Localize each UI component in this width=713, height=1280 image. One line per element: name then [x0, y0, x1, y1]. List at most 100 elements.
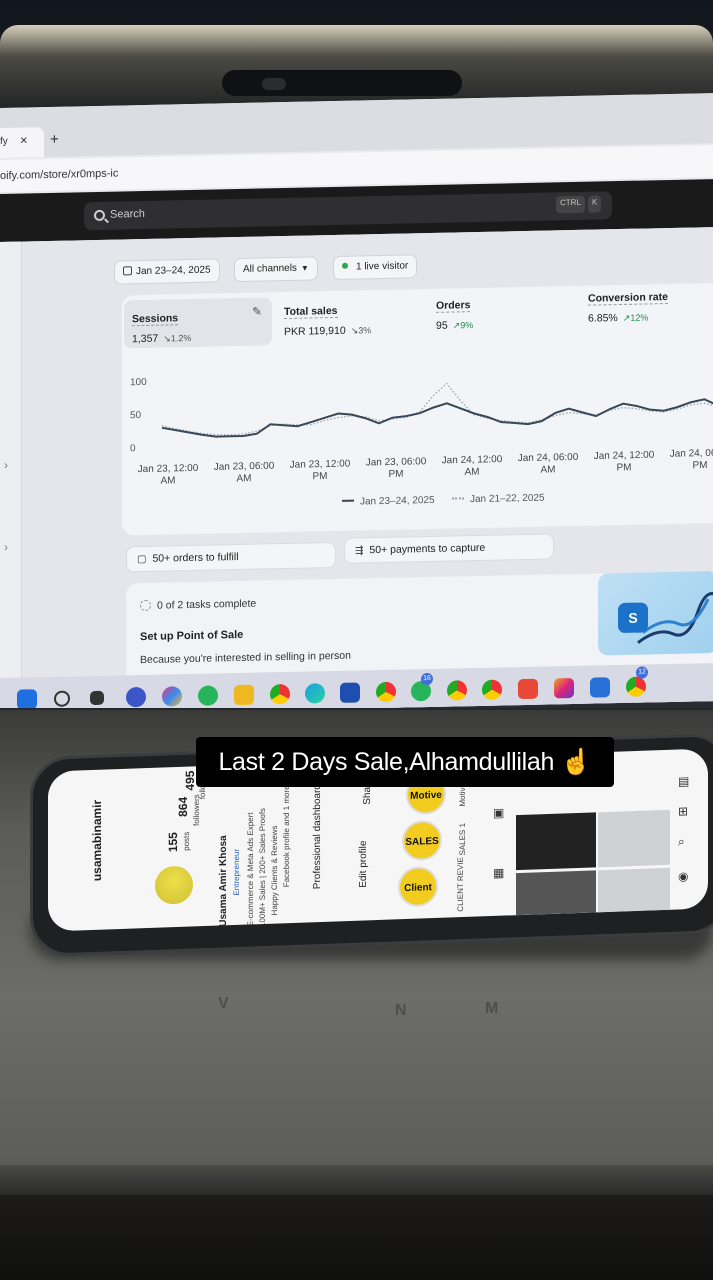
- table-surface: [0, 1195, 713, 1280]
- orders-to-fulfill-button[interactable]: ▢ 50+ orders to fulfill: [126, 541, 336, 573]
- highlight-client[interactable]: Client: [398, 865, 438, 908]
- search-icon: [94, 209, 105, 222]
- profile-username: usamabinamir: [90, 799, 104, 882]
- post-thumbnail[interactable]: [516, 870, 596, 916]
- metric-value-sessions: 1,357 ↘1.2%: [132, 332, 192, 346]
- professional-dashboard[interactable]: Professional dashboard: [312, 784, 323, 889]
- series-line-current: [161, 398, 713, 438]
- add-post-icon[interactable]: ⊞: [678, 804, 688, 818]
- x-tick-label: PM: [617, 462, 632, 473]
- new-tab-icon[interactable]: +: [50, 131, 59, 148]
- store-icon[interactable]: [340, 682, 360, 703]
- channels-dropdown[interactable]: All channels ▼: [234, 256, 318, 283]
- post-thumbnail[interactable]: [598, 809, 670, 868]
- grid-tab-icon[interactable]: ▦: [493, 866, 504, 880]
- x-tick-label: PM: [389, 469, 404, 480]
- notepad-icon[interactable]: [590, 677, 610, 698]
- x-tick-label: Jan 24, 06:00: [518, 452, 579, 464]
- x-tick-label: AM: [465, 467, 480, 478]
- metric-title-sessions: Sessions: [132, 312, 179, 327]
- profile-name: Usama Amir Khosa: [218, 835, 229, 927]
- progress-circle-icon: [140, 599, 151, 612]
- x-tick-label: Jan 23, 12:00: [290, 458, 351, 470]
- tab-title: fy: [0, 135, 8, 147]
- sidebar-chevron-icon[interactable]: ›: [4, 540, 8, 554]
- x-tick-label: AM: [161, 475, 176, 486]
- sidebar-chevron-icon[interactable]: ›: [4, 458, 8, 472]
- posts-count: 155: [166, 831, 180, 853]
- metric-value-conversion: 6.85% ↗12%: [588, 312, 649, 325]
- metric-title-total-sales[interactable]: Total sales: [284, 304, 338, 320]
- recorder-icon[interactable]: [518, 678, 538, 700]
- metric-value-total-sales: PKR 119,910 ↘3%: [284, 324, 372, 339]
- pos-illustration: [598, 570, 713, 656]
- file-explorer-icon[interactable]: [234, 684, 254, 706]
- reels-nav-icon[interactable]: ▤: [678, 774, 689, 788]
- highlight-sales[interactable]: SALES: [402, 819, 442, 862]
- tab-close-icon[interactable]: ×: [20, 132, 28, 147]
- laptop-front-edge: [0, 1165, 713, 1195]
- chevron-down-icon: ▼: [300, 263, 309, 273]
- payments-to-capture-button[interactable]: ⇶ 50+ payments to capture: [344, 533, 554, 564]
- tagged-tab-icon[interactable]: ▣: [493, 806, 504, 820]
- date-range-label: Jan 23–24, 2025: [136, 264, 211, 278]
- shortcut-k: K: [588, 195, 602, 213]
- profile-category: Entrepreneur: [232, 848, 241, 896]
- inbox-icon: ▢: [137, 553, 147, 566]
- instagram-icon[interactable]: [554, 677, 574, 699]
- live-visitor-label: 1 live visitor: [356, 260, 409, 273]
- key-reflection: N: [395, 1002, 407, 1019]
- story-caption: Last 2 Days Sale,Alhamdullilah ☝️: [196, 737, 614, 787]
- orders-to-fulfill-label: 50+ orders to fulfill: [152, 551, 239, 565]
- edit-pencil-icon[interactable]: ✎: [252, 305, 262, 319]
- sessions-line-chart: 100500Jan 23, 12:00AMJan 23, 06:00AMJan …: [130, 377, 713, 487]
- sidebar: [0, 241, 22, 717]
- payment-icon: ⇶: [355, 545, 364, 557]
- url-text: oify.com/store/xr0mps-ic: [0, 167, 119, 182]
- date-range-picker[interactable]: Jan 23–24, 2025: [114, 258, 220, 285]
- bio-line-1: E-commerce & Meta Ads Expert: [246, 812, 255, 927]
- calendar-icon: [123, 266, 132, 276]
- metric-title-orders[interactable]: Orders: [436, 299, 471, 313]
- followers-count: 864: [176, 796, 190, 818]
- highlight-label-sales: SALES 1: [458, 822, 467, 856]
- key-reflection: V: [218, 995, 229, 1012]
- post-thumbnail[interactable]: [516, 812, 596, 871]
- bio-link[interactable]: Facebook profile and 1 more link: [282, 771, 291, 887]
- webcam-housing: [222, 70, 462, 96]
- x-tick-label: AM: [237, 473, 252, 484]
- x-tick-label: PM: [313, 471, 328, 482]
- live-dot-icon: [342, 262, 348, 269]
- x-tick-label: PM: [693, 460, 708, 471]
- x-tick-label: Jan 24, 12:00: [442, 454, 503, 466]
- metric-value-orders: 95 ↗9%: [436, 319, 474, 332]
- shortcut-ctrl: CTRL: [556, 195, 585, 214]
- search-nav-icon[interactable]: ⌕: [678, 834, 685, 849]
- legend-dotted-swatch: [452, 497, 464, 500]
- task-view-icon[interactable]: [90, 690, 104, 706]
- windows-start-icon[interactable]: [17, 689, 37, 710]
- payments-to-capture-label: 50+ payments to capture: [369, 541, 486, 557]
- wave-graphic: [637, 592, 713, 644]
- y-tick-label: 0: [130, 443, 136, 454]
- post-thumbnail[interactable]: [598, 867, 670, 913]
- shopify-bag-icon: S: [618, 602, 648, 634]
- x-tick-label: AM: [541, 464, 556, 475]
- bio-line-3: Happy Clients & Reviews: [270, 825, 279, 916]
- webcam-lens: [262, 78, 286, 90]
- setup-progress: 0 of 2 tasks complete: [140, 598, 256, 612]
- profile-nav-icon[interactable]: ◉: [678, 869, 688, 883]
- y-tick-label: 50: [130, 410, 142, 421]
- setup-task-title[interactable]: Set up Point of Sale: [140, 629, 243, 643]
- laptop-screen: fy × + oify.com/store/xr0mps-ic Search C…: [0, 93, 713, 717]
- legend-solid-swatch: [342, 499, 354, 502]
- x-tick-label: Jan 23, 06:00: [366, 456, 427, 468]
- live-visitor-button[interactable]: 1 live visitor: [333, 254, 418, 281]
- profile-avatar[interactable]: [153, 863, 195, 907]
- bio-line-2: 100M+ Sales | 200+ Sales Proofs: [258, 807, 267, 928]
- x-tick-label: Jan 24, 12:00: [594, 450, 655, 462]
- edit-profile-button[interactable]: Edit profile: [358, 840, 369, 888]
- channels-label: All channels: [243, 262, 297, 275]
- legend-current: Jan 23–24, 2025: [342, 495, 435, 508]
- metric-title-conversion[interactable]: Conversion rate: [588, 291, 668, 306]
